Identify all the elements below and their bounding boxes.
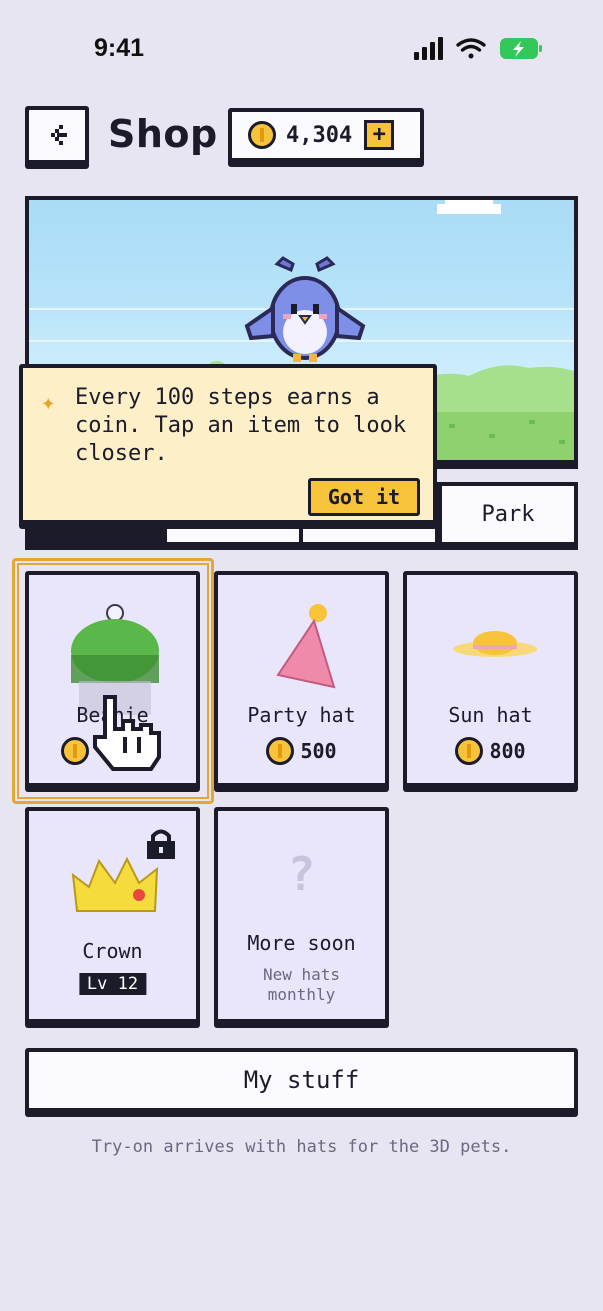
- level-badge: Lv 12: [78, 973, 147, 995]
- item-subtitle: New hats monthly: [262, 965, 341, 1004]
- crown-icon: [71, 856, 159, 912]
- coin-icon: [248, 121, 276, 149]
- item-card-crown[interactable]: Crown Lv 12: [25, 807, 200, 1023]
- pointer-hand-icon: [93, 695, 161, 771]
- tooltip-text: Every 100 steps earns a coin. Tap an ite…: [75, 385, 407, 466]
- page-title: Shop: [108, 112, 218, 156]
- back-button[interactable]: [25, 106, 89, 164]
- footer-note: Try-on arrives with hats for the 3D pets…: [91, 1137, 512, 1157]
- party-hat-icon: [276, 604, 336, 689]
- tab-park[interactable]: Park: [438, 482, 578, 546]
- question-icon: ?: [287, 847, 316, 901]
- status-icons: [414, 37, 542, 60]
- item-name: More soon: [247, 931, 356, 955]
- wifi-icon: [456, 38, 486, 59]
- tip-tooltip: ✦ Every 100 steps earns a coin. Tap an i…: [19, 364, 437, 534]
- coin-icon: [455, 737, 484, 765]
- coin-icon: [60, 737, 89, 765]
- battery-icon: [500, 38, 542, 59]
- add-coins-button[interactable]: +: [364, 120, 395, 150]
- coin-count: 4,304: [286, 122, 353, 148]
- item-name: Crown: [82, 939, 143, 963]
- signal-icon: [414, 37, 443, 60]
- item-card-beanie[interactable]: Beanie: [25, 571, 200, 787]
- got-it-button[interactable]: Got it: [308, 478, 420, 516]
- sun-hat-icon: [453, 631, 537, 657]
- item-card-sun-hat[interactable]: Sun hat 800: [403, 571, 578, 787]
- coin-icon: [266, 737, 295, 765]
- my-stuff-button[interactable]: My stuff: [25, 1048, 578, 1112]
- sparkle-icon: ✦: [41, 388, 56, 416]
- item-price: 500: [300, 739, 337, 763]
- cloud: [445, 200, 493, 206]
- item-card-party-hat[interactable]: Party hat 500: [214, 571, 389, 787]
- item-name: Sun hat: [448, 703, 533, 727]
- item-card-more-soon: ? More soon New hats monthly: [214, 807, 389, 1023]
- item-price: 800: [489, 739, 526, 763]
- tooltip-tail: [109, 520, 129, 534]
- status-time: 9:41: [94, 34, 145, 62]
- bird-pet: [244, 256, 366, 362]
- back-arrow-icon: [51, 125, 67, 145]
- item-name: Party hat: [247, 703, 356, 727]
- coin-balance: 4,304 +: [228, 108, 424, 162]
